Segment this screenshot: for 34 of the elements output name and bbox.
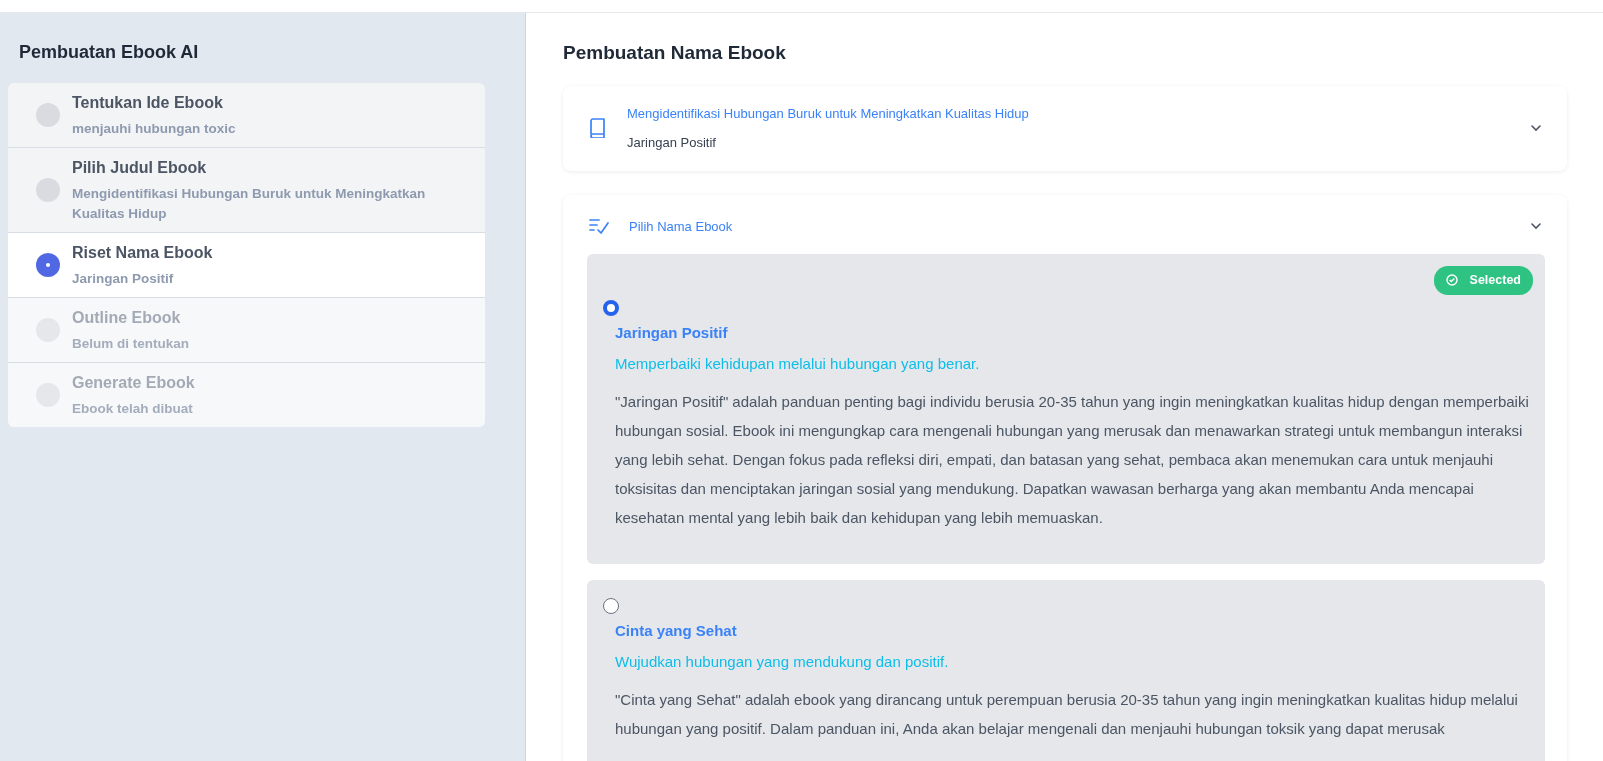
option-card[interactable] bbox=[587, 580, 1545, 761]
selected-badge: Selected bbox=[1433, 266, 1533, 295]
panel-label: Pilih Nama Ebook bbox=[629, 217, 734, 236]
step-title: Tentukan Ide Ebook bbox=[72, 93, 224, 113]
step-subtitle: menjauhi hubungan toxic bbox=[72, 120, 236, 138]
step-subtitle: Mengidentifikasi Hubungan Buruk untuk Meningkatkan Kualitas Hidup bbox=[72, 185, 427, 223]
panel-label: Mengidentifikasi Hubungan Buruk untuk Meningkatkan Kualitas Hidup bbox=[627, 104, 1030, 123]
step-title: Outline Ebook bbox=[72, 308, 182, 328]
step-subtitle: Jaringan Positif bbox=[72, 270, 175, 288]
option-description: "Cinta yang Sehat" adalah ebook yang dirancang untuk perempuan berusia 20-35 tahun yang ingin meningkatkan kualitas hidup melalui hubungan yang positif. Dalam panduan ini, Anda akan belajar mengenali dan menjauhi hubungan toksik yang dapat merusak bbox=[615, 690, 1519, 739]
option-tagline: Wujudkan hubungan yang mendukung dan positif. bbox=[615, 651, 950, 672]
step-subtitle: Belum di tentukan bbox=[72, 335, 189, 353]
option-description: "Jaringan Positif" adalah panduan penting bagi individu berusia 20-35 tahun yang ingin meningkatkan kualitas hidup dengan memperbaiki hubungan sosial. Ebook ini mengungkap cara mengenali hubungan yang merusak dan menawarkan strategi untuk membangun interaksi yang lebih sehat. Dengan fokus pada refleksi diri, empati, dan batasan yang sehat, pembaca akan menemukan cara untuk menjauhi toksisitas dan menciptakan jaringan sosial yang mendukung. Dapatkan wawasan berharga yang akan membantu Anda mencapai kesehatan mental yang lebih baik dan kehidupan yang lebih memuaskan. bbox=[615, 392, 1530, 528]
radio-button[interactable] bbox=[603, 598, 619, 614]
step-indicator-icon bbox=[36, 178, 60, 202]
step-item[interactable]: Riset Nama Ebook Jaringan Positif bbox=[8, 233, 485, 298]
check-circle-icon bbox=[1445, 274, 1458, 287]
option-tagline: Memperbaiki kehidupan melalui hubungan yang benar. bbox=[615, 353, 981, 374]
option-card[interactable] bbox=[587, 254, 1545, 564]
sidebar-title: Pembuatan Ebook AI bbox=[19, 41, 200, 64]
step-indicator-icon bbox=[36, 253, 60, 277]
step-indicator-icon bbox=[36, 103, 60, 127]
option-title: Cinta yang Sehat bbox=[615, 621, 738, 641]
step-title: Generate Ebook bbox=[72, 373, 195, 393]
step-subtitle: Ebook telah dibuat bbox=[72, 400, 194, 418]
step-title: Riset Nama Ebook bbox=[72, 243, 213, 263]
step-title: Pilih Judul Ebook bbox=[72, 158, 208, 178]
page-title: Pembuatan Nama Ebook bbox=[563, 41, 787, 65]
radio-button[interactable] bbox=[603, 300, 619, 316]
option-title: Jaringan Positif bbox=[615, 323, 729, 343]
panel-value: Jaringan Positif bbox=[627, 134, 717, 152]
step-item[interactable]: Tentukan Ide Ebook menjauhi hubungan toxic bbox=[8, 83, 485, 148]
list-check-icon bbox=[589, 217, 609, 236]
book-icon bbox=[589, 118, 607, 138]
